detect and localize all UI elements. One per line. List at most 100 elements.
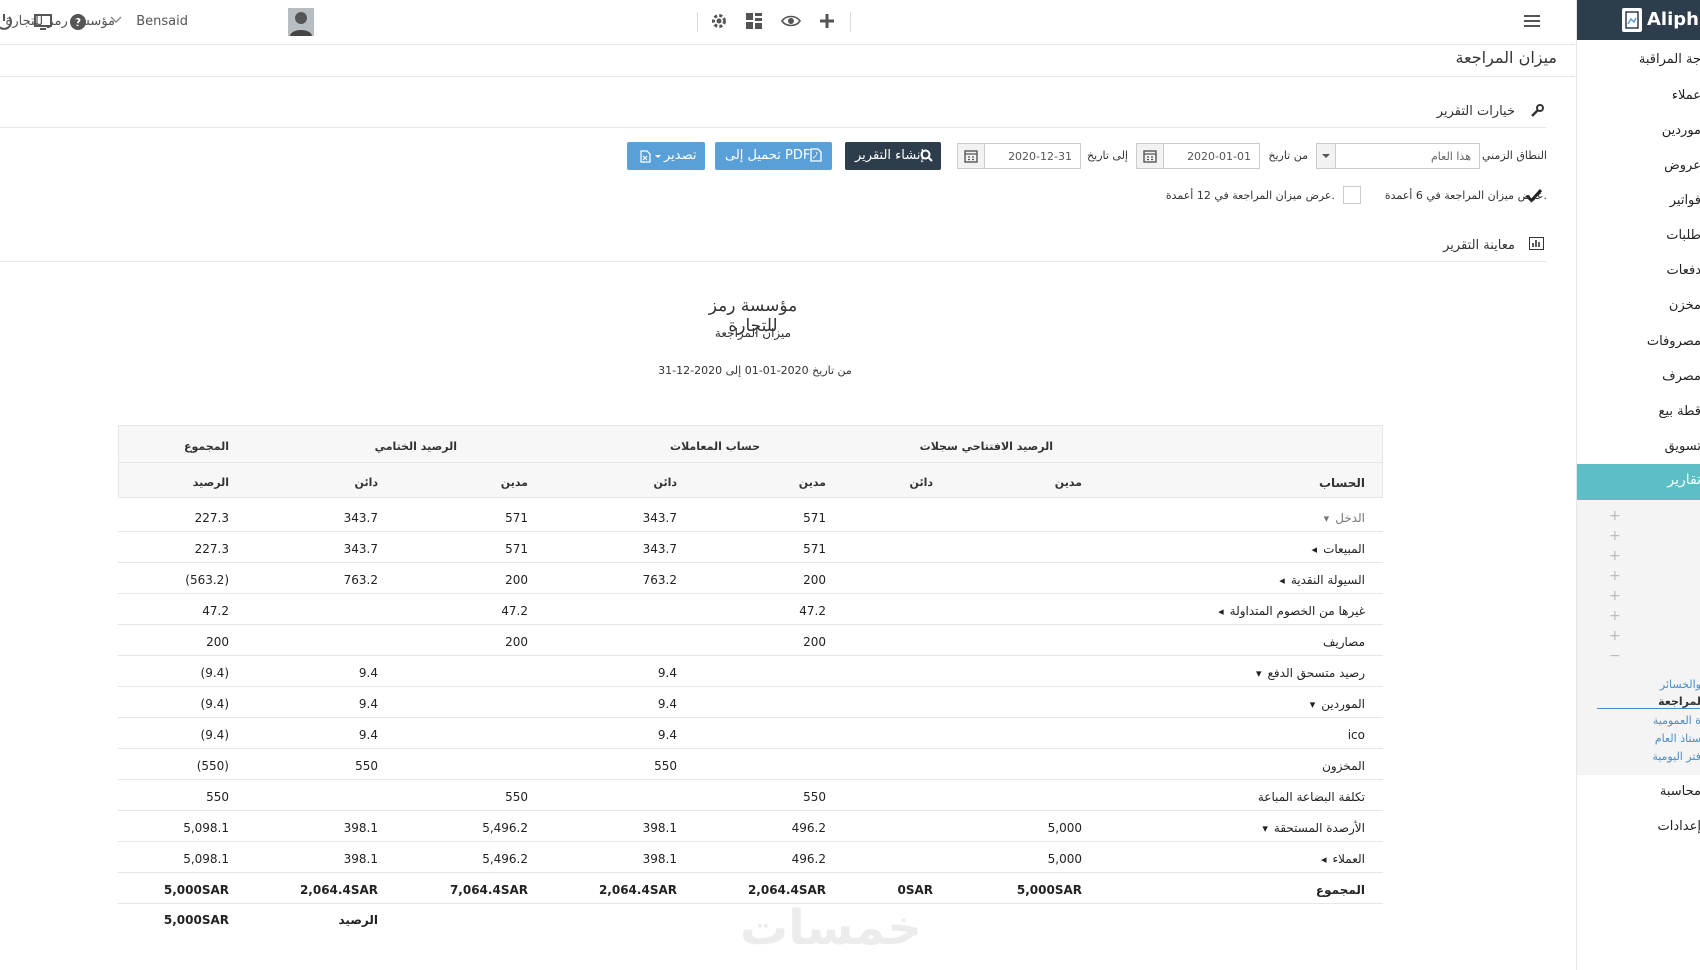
total-label: المجموع — [1315, 883, 1365, 897]
sidebar-item-orders[interactable]: طلبات — [1666, 228, 1700, 243]
plus-icon[interactable]: + — [1609, 508, 1621, 524]
divider — [1597, 708, 1700, 709]
plus-icon[interactable]: + — [1609, 568, 1621, 584]
sidebar-item-inventory[interactable]: مخزن — [1669, 298, 1700, 313]
minus-icon[interactable]: − — [1609, 648, 1621, 664]
sidebar-item-bank[interactable]: مصرف — [1662, 369, 1700, 384]
account-name[interactable]: السيولة النقدية ◂ — [1279, 573, 1365, 587]
grid-icon[interactable] — [745, 12, 767, 34]
account-name[interactable]: تكلفة البضاعة المباعة — [1258, 790, 1365, 804]
gear-icon[interactable] — [710, 12, 732, 34]
account-label: العملاء — [1332, 852, 1365, 866]
account-name[interactable]: المبيعات ◂ — [1312, 542, 1365, 556]
sidebar-link-journal[interactable]: فتر اليومية — [1652, 750, 1700, 763]
account-name[interactable]: العملاء ◂ — [1321, 852, 1365, 866]
account-name[interactable]: غيرها من الخصوم المتداولة ◂ — [1218, 604, 1365, 618]
sidebar-item-suppliers[interactable]: موردين — [1662, 123, 1700, 138]
to-date-input[interactable]: 2020-12-31 — [957, 143, 1081, 169]
date-range-select[interactable]: هذا العام — [1318, 143, 1480, 169]
group-header-total: المجموع — [184, 440, 229, 453]
plus-icon[interactable]: + — [1609, 548, 1621, 564]
account-name[interactable]: الأرصدة المستحقة ▾ — [1262, 821, 1365, 835]
account-name[interactable]: الموردين ▾ — [1310, 697, 1365, 711]
amount-cell: 47.2 — [501, 604, 528, 618]
sidebar-link-profit-loss[interactable]: والخسائر — [1660, 678, 1700, 691]
plus-icon[interactable]: + — [1609, 628, 1621, 644]
calendar-icon[interactable] — [1137, 144, 1164, 168]
amount-cell: 227.3 — [194, 511, 229, 525]
company-switcher[interactable]: مؤسسة رمز للتجارة — [6, 14, 115, 29]
export-button[interactable]: تصدير — [627, 142, 705, 170]
sidebar-item-expenses[interactable]: مصروفات — [1647, 334, 1700, 349]
balance-value: 5,000SAR — [163, 913, 229, 927]
caret-left-icon[interactable]: ◂ — [1321, 853, 1327, 866]
plus-icon[interactable]: + — [1609, 608, 1621, 624]
sidebar-link-general-ledger[interactable]: ستاذ العام — [1655, 732, 1700, 745]
sidebar-item-settings[interactable]: إعدادات — [1658, 819, 1700, 834]
amount-cell: 496.2 — [791, 852, 826, 866]
download-pdf-label: تحميل إلى PDF — [725, 148, 811, 163]
calendar-icon[interactable] — [958, 144, 985, 168]
account-name[interactable]: ico — [1348, 728, 1365, 742]
account-name[interactable]: مصاريف — [1323, 635, 1365, 649]
account-label: السيولة النقدية — [1290, 573, 1365, 587]
sidebar-item-accounting[interactable]: محاسبة — [1660, 784, 1700, 799]
plus-icon[interactable]: + — [1609, 588, 1621, 604]
caret-down-icon[interactable]: ▾ — [1324, 512, 1330, 525]
amount-cell: 398.1 — [343, 821, 378, 835]
from-date-input[interactable]: 2020-01-01 — [1136, 143, 1260, 169]
total-cell: 0SAR — [897, 883, 933, 897]
caret-down-icon[interactable]: ▾ — [1256, 667, 1262, 680]
pdf-file-icon — [810, 148, 822, 162]
brand-header[interactable]: Aliphia — [1577, 0, 1700, 40]
caret-down-icon[interactable]: ▾ — [1262, 822, 1268, 835]
page-title: ميزان المراجعة — [1455, 48, 1557, 67]
caret-left-icon[interactable]: ◂ — [1279, 574, 1285, 587]
create-report-button[interactable]: إنشاء التقرير — [845, 142, 941, 170]
amount-cell: 496.2 — [791, 821, 826, 835]
total-cell: 5,000SAR — [1016, 883, 1082, 897]
account-label: الأرصدة المستحقة — [1273, 821, 1365, 835]
caret-left-icon[interactable]: ◂ — [1218, 605, 1224, 618]
sidebar-item-payments[interactable]: دفعات — [1667, 263, 1700, 278]
group-header-closing: الرصيد الختامي — [374, 440, 457, 453]
col-header-opening-debit: مدين — [1054, 476, 1082, 489]
account-name[interactable]: رصيد متسحق الدفع ▾ — [1256, 666, 1365, 680]
plus-icon[interactable] — [818, 12, 840, 34]
amount-cell: 398.1 — [343, 852, 378, 866]
brand-logo-icon — [1622, 8, 1642, 32]
sidebar-link-trial-balance[interactable]: لمراجعة — [1658, 695, 1700, 708]
eye-icon[interactable] — [781, 12, 803, 34]
sidebar-item-quotes[interactable]: عروض — [1664, 158, 1700, 173]
sidebar-item-invoices[interactable]: فواتير — [1670, 193, 1700, 208]
table-row-divider — [118, 779, 1383, 780]
twelve-columns-checkbox[interactable] — [1343, 186, 1361, 204]
sidebar-item-reports[interactable]: تقارير — [1577, 464, 1700, 500]
user-name[interactable]: Bensaid — [136, 14, 188, 29]
account-label: غيرها من الخصوم المتداولة — [1229, 604, 1365, 618]
amount-cell: (9.4) — [200, 666, 229, 680]
bar-chart-icon — [1529, 237, 1544, 250]
sidebar-item-pos[interactable]: قطة بيع — [1659, 404, 1700, 419]
sidebar-item-customers[interactable]: عملاء — [1672, 88, 1700, 103]
chevron-down-icon[interactable] — [1316, 143, 1336, 169]
hamburger-menu-icon[interactable] — [1523, 12, 1545, 34]
caret-down-icon[interactable]: ▾ — [1310, 698, 1316, 711]
amount-cell: 9.4 — [657, 728, 677, 742]
caret-left-icon[interactable]: ◂ — [1312, 543, 1318, 556]
sidebar-item-marketing[interactable]: تسويق — [1665, 439, 1700, 454]
avatar[interactable] — [288, 8, 314, 36]
create-report-label: إنشاء التقرير — [855, 148, 925, 163]
sidebar-item-dashboard[interactable]: جة المراقبة — [1639, 52, 1700, 67]
amount-cell: 227.3 — [194, 542, 229, 556]
amount-cell: 763.2 — [343, 573, 378, 587]
download-pdf-button[interactable]: تحميل إلى PDF — [715, 142, 832, 170]
report-title: ميزان المراجعة — [714, 326, 792, 340]
amount-cell: 5,000 — [1047, 821, 1082, 835]
sidebar-link-balance-sheet[interactable]: ة العمومية — [1653, 714, 1700, 727]
plus-icon[interactable]: + — [1609, 528, 1621, 544]
account-name[interactable]: المخزون — [1322, 759, 1365, 773]
amount-cell: 571 — [505, 511, 528, 525]
account-name[interactable]: الدخل ▾ — [1324, 511, 1365, 525]
col-header-trans-debit: مدين — [798, 476, 826, 489]
